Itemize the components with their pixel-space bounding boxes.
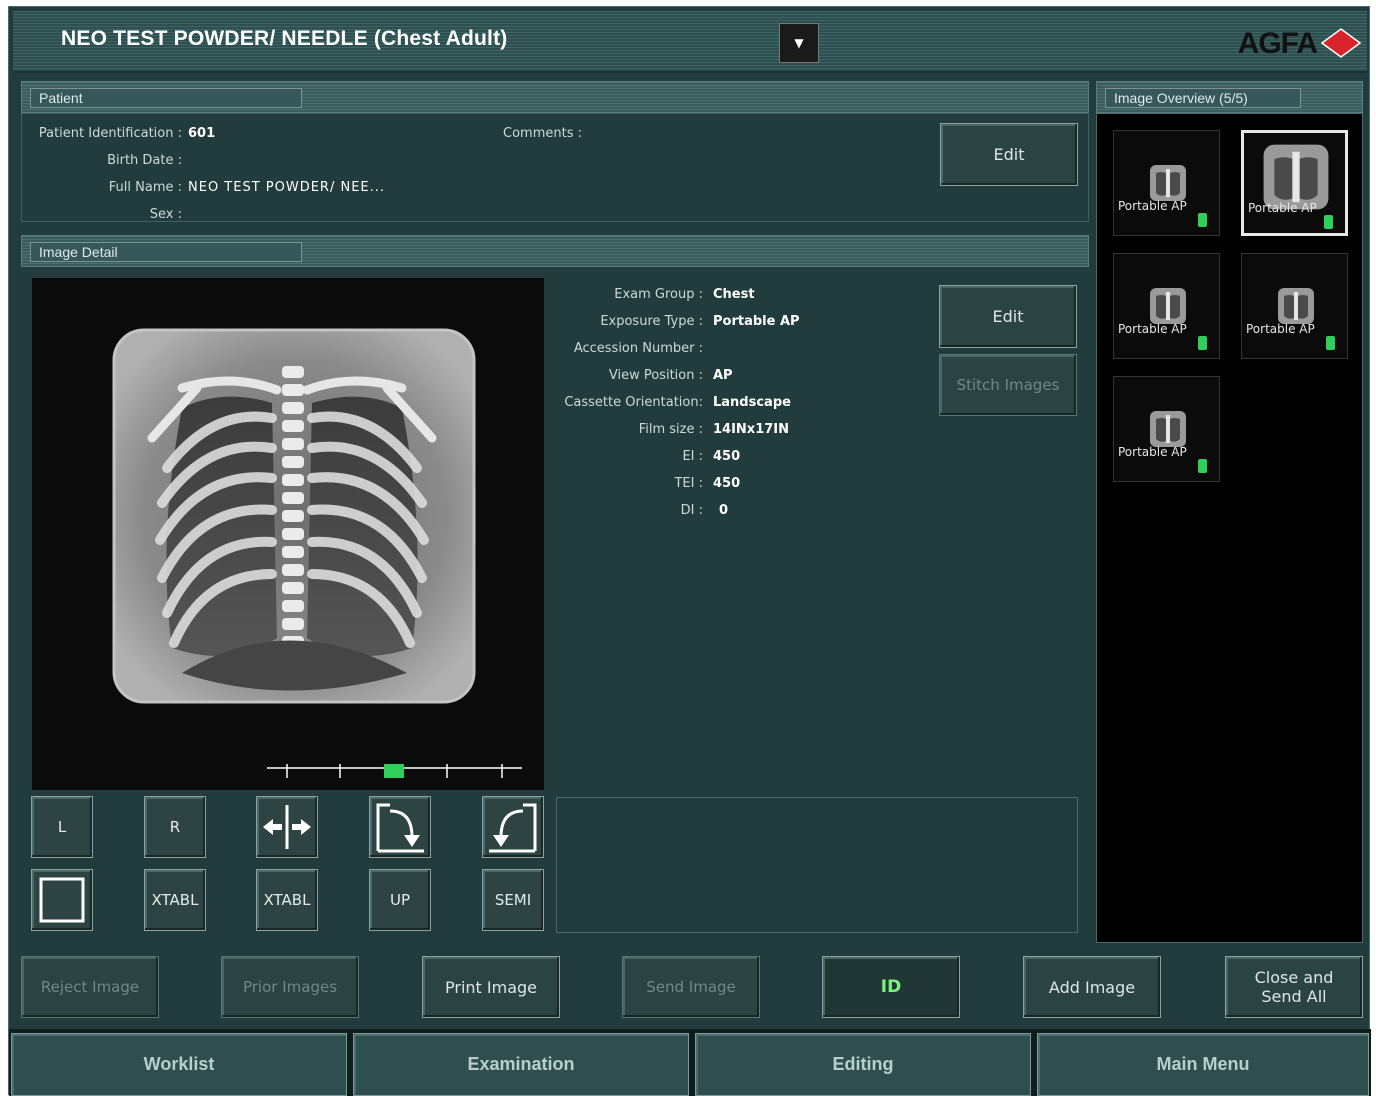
xray-thumbnail-icon (1150, 288, 1186, 324)
di-label: DI : (680, 503, 703, 518)
send-image-button[interactable]: Send Image (622, 956, 760, 1018)
image-overview-panel: Portable AP Portable AP Portable AP Port… (1096, 113, 1363, 943)
exam-title: NEO TEST POWDER/ NEEDLE (Chest Adult) (61, 27, 508, 50)
up-button[interactable]: UP (369, 869, 431, 931)
rotate-counterclockwise-button[interactable] (482, 796, 544, 858)
cassette-orientation-value: Landscape (713, 395, 791, 410)
chest-xray-image (32, 278, 544, 790)
qa-ok-icon (1198, 459, 1207, 473)
semi-button[interactable]: SEMI (482, 869, 544, 931)
view-position-label: View Position : (608, 368, 703, 383)
reject-image-button[interactable]: Reject Image (21, 956, 159, 1018)
patient-edit-button[interactable]: Edit (940, 123, 1078, 186)
thumbnail-label: Portable AP (1118, 322, 1187, 336)
thumbnail-label: Portable AP (1118, 445, 1187, 459)
nav-tab-worklist[interactable]: Worklist (11, 1033, 347, 1096)
xray-thumbnail-icon (1150, 411, 1186, 447)
full-name-value: NEO TEST POWDER/ NEE... (188, 180, 386, 195)
collimation-button[interactable] (31, 869, 93, 931)
full-name-label: Full Name : (108, 180, 182, 195)
image-detail-section-header: Image Detail (21, 235, 1089, 267)
xray-thumbnail-icon (1150, 165, 1186, 201)
xtabl-button-1[interactable]: XTABL (144, 869, 206, 931)
film-size-label: Film size : (638, 422, 703, 437)
ei-value: 450 (713, 449, 741, 464)
thumbnail-5[interactable]: Portable AP (1113, 376, 1220, 482)
tei-value: 450 (713, 476, 741, 491)
caret-down-icon: ▼ (794, 36, 804, 50)
rotate-counterclockwise-icon (489, 803, 537, 853)
qa-ok-icon (1198, 213, 1207, 227)
rotate-clockwise-button[interactable] (369, 796, 431, 858)
qa-ok-icon (1198, 336, 1207, 350)
cassette-orientation-label: Cassette Orientation: (564, 395, 703, 410)
qa-ok-icon (1326, 336, 1335, 350)
ei-label: EI : (682, 449, 703, 464)
thumbnail-3[interactable]: Portable AP (1113, 253, 1220, 359)
agfa-rhombus-icon (1321, 28, 1361, 58)
prior-images-button[interactable]: Prior Images (221, 956, 359, 1018)
thumbnail-2[interactable]: Portable AP (1241, 130, 1348, 236)
annotation-area (556, 797, 1078, 933)
flip-horizontal-icon (263, 805, 311, 849)
tool-marker-r-button[interactable]: R (144, 796, 206, 858)
app-window: NEO TEST POWDER/ NEEDLE (Chest Adult) ▼ … (8, 6, 1371, 1096)
add-image-button[interactable]: Add Image (1023, 956, 1161, 1018)
patient-header-label: Patient (30, 88, 302, 108)
exam-group-label: Exam Group : (614, 287, 703, 302)
overview-section-header: Image Overview (5/5) (1096, 81, 1363, 113)
tei-label: TEI : (674, 476, 703, 491)
exam-dropdown-button[interactable]: ▼ (779, 23, 819, 63)
exposure-type-label: Exposure Type : (600, 314, 703, 329)
thumbnail-label: Portable AP (1248, 201, 1317, 215)
accession-number-label: Accession Number : (573, 341, 703, 356)
qa-ok-icon (1324, 215, 1333, 229)
patient-id-label: Patient Identification : (38, 126, 182, 141)
nav-tab-main-menu[interactable]: Main Menu (1037, 1033, 1369, 1096)
comments-label: Comments : (503, 126, 582, 141)
close-and-send-all-button[interactable]: Close and Send All (1225, 956, 1363, 1018)
image-detail-edit-button[interactable]: Edit (939, 285, 1077, 348)
overview-header-label: Image Overview (5/5) (1105, 88, 1301, 108)
di-value: 0 (719, 503, 729, 518)
patient-panel: Patient Identification : 601 Birth Date … (21, 113, 1089, 222)
birth-date-label: Birth Date : (107, 153, 182, 168)
nav-tab-examination[interactable]: Examination (353, 1033, 689, 1096)
xtabl-button-2[interactable]: XTABL (256, 869, 318, 931)
collimation-square-icon (39, 877, 85, 923)
thumbnail-label: Portable AP (1118, 199, 1187, 213)
patient-section-header: Patient (21, 81, 1089, 113)
thumbnail-label: Portable AP (1246, 322, 1315, 336)
flip-horizontal-button[interactable] (256, 796, 318, 858)
film-size-value: 14INx17IN (713, 422, 790, 437)
agfa-logo: AGFA (1237, 27, 1318, 60)
nav-tab-editing[interactable]: Editing (695, 1033, 1031, 1096)
patient-id-value: 601 (188, 126, 216, 141)
xray-viewer[interactable] (31, 277, 545, 790)
tool-marker-l-button[interactable]: L (31, 796, 93, 858)
exam-group-value: Chest (713, 287, 755, 302)
thumbnail-1[interactable]: Portable AP (1113, 130, 1220, 236)
image-detail-header-label: Image Detail (30, 242, 302, 262)
view-position-value: AP (713, 368, 733, 383)
print-image-button[interactable]: Print Image (422, 956, 560, 1018)
stitch-images-button[interactable]: Stitch Images (939, 354, 1077, 416)
exposure-type-value: Portable AP (713, 314, 800, 329)
sex-label: Sex : (149, 207, 182, 222)
id-button[interactable]: ID (822, 956, 960, 1018)
rotate-clockwise-icon (376, 803, 424, 853)
xray-thumbnail-icon (1278, 288, 1314, 324)
thumbnail-4[interactable]: Portable AP (1241, 253, 1348, 359)
bottom-navigation: Worklist Examination Editing Main Menu (9, 1029, 1371, 1096)
title-bar: NEO TEST POWDER/ NEEDLE (Chest Adult) ▼ … (13, 11, 1367, 73)
